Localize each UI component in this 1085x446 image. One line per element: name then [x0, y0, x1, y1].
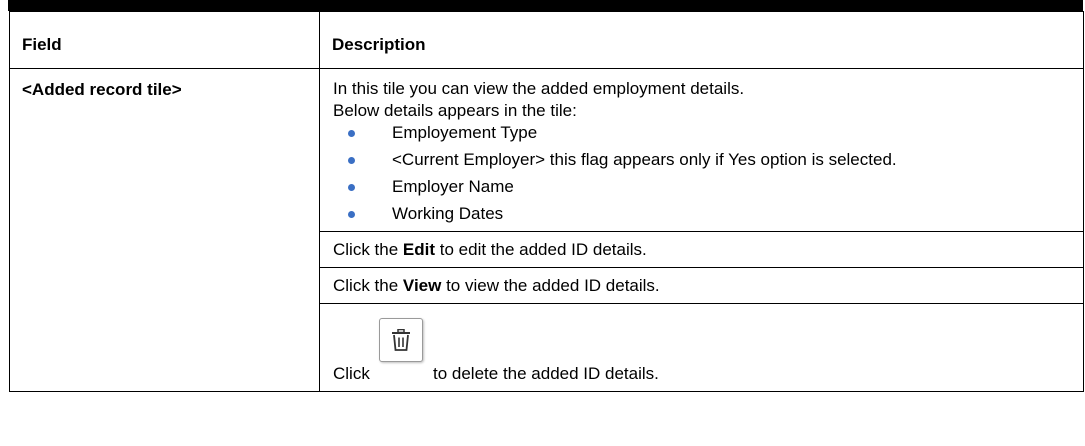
list-item: <Current Employer> this flag appears onl… — [333, 149, 1075, 171]
table-header-row: Field Description — [9, 11, 1084, 69]
header-description: Description — [319, 11, 1084, 69]
field-name: <Added record tile> — [9, 68, 320, 392]
document-page: Field Description <Added record tile> In… — [0, 0, 1085, 446]
table-row: <Added record tile> In this tile you can… — [9, 68, 1084, 392]
field-description-table: Field Description <Added record tile> In… — [9, 11, 1084, 392]
delete-prefix: Click — [333, 364, 370, 383]
header-field: Field — [9, 11, 320, 69]
intro-block: In this tile you can view the added empl… — [320, 69, 1083, 231]
list-item: Employement Type — [333, 122, 1075, 144]
view-instruction: Click the View to view the added ID deta… — [320, 267, 1083, 303]
intro-line: In this tile you can view the added empl… — [333, 79, 745, 98]
bullet-icon — [348, 211, 355, 218]
bullet-icon — [348, 184, 355, 191]
delete-button[interactable] — [379, 318, 423, 362]
delete-suffix: to delete the added ID details. — [433, 364, 659, 383]
list-item: Employer Name — [333, 176, 1075, 198]
edit-instruction: Click the Edit to edit the added ID deta… — [320, 231, 1083, 267]
delete-instruction: Click to delete the added ID details. — [320, 303, 1083, 391]
bullet-icon — [348, 157, 355, 164]
detail-list: Employement Type <Current Employer> this… — [333, 122, 1075, 225]
intro-line: Below details appears in the tile: — [333, 101, 577, 120]
list-item: Working Dates — [333, 203, 1075, 225]
description-cell: In this tile you can view the added empl… — [319, 68, 1084, 392]
table-top-rule — [8, 0, 1083, 11]
bullet-icon — [348, 130, 355, 137]
trash-icon — [392, 329, 410, 351]
